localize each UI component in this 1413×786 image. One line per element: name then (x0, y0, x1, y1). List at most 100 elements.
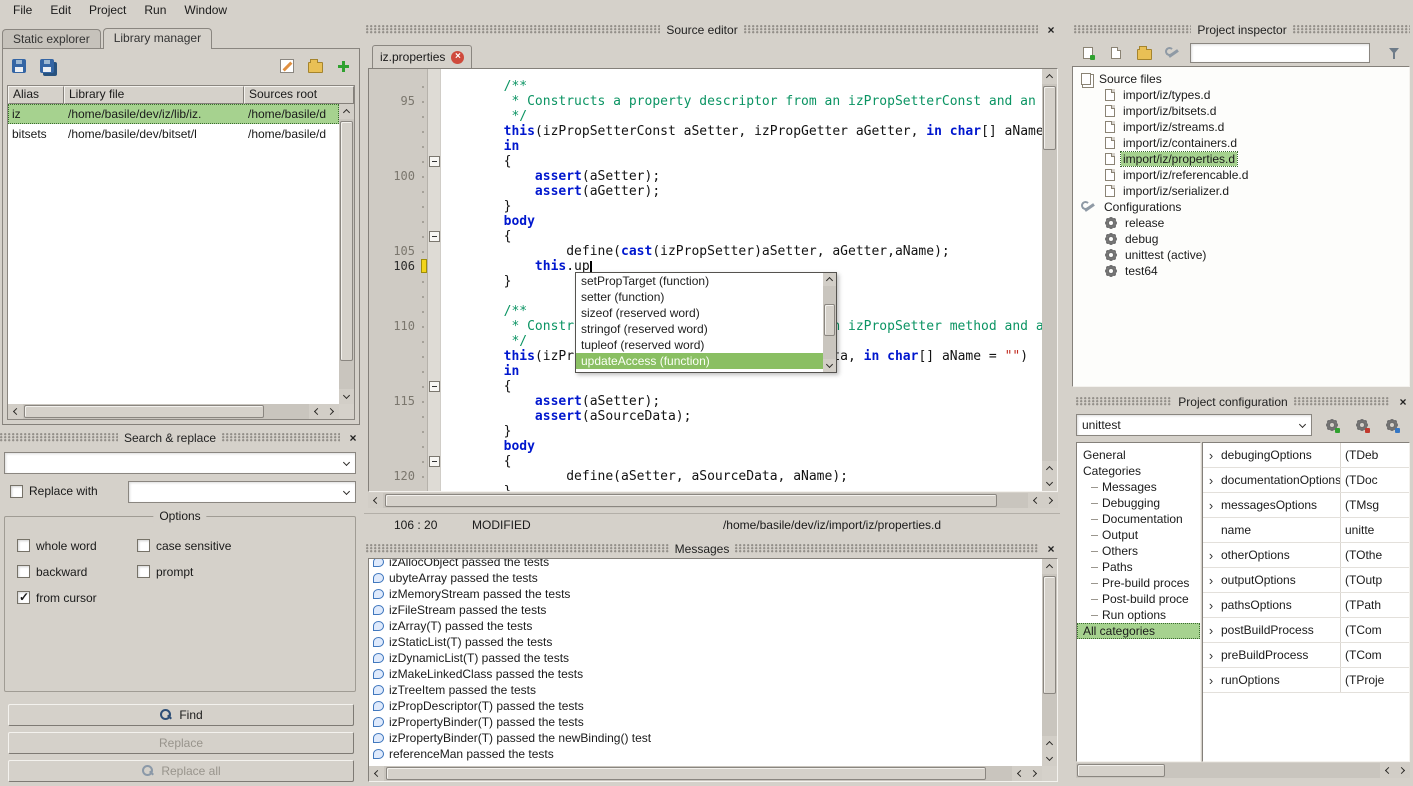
edit-library-button[interactable] (275, 54, 299, 78)
property-row[interactable]: ›debugingOptions(TDeb (1203, 443, 1409, 468)
category-others[interactable]: Others (1077, 543, 1200, 559)
project-settings-button[interactable] (1160, 41, 1184, 65)
scroll-down-button[interactable] (823, 359, 836, 372)
scroll-track[interactable] (1042, 84, 1057, 461)
scroll-left-button[interactable] (1012, 766, 1027, 781)
tree-item-release[interactable]: release (1073, 215, 1409, 231)
table-row[interactable]: bitsets/home/basile/dev/bitset/l/home/ba… (8, 124, 339, 144)
scroll-left-button[interactable] (368, 493, 383, 508)
scroll-thumb[interactable] (1043, 86, 1056, 150)
menu-edit[interactable]: Edit (41, 2, 80, 18)
filter-button[interactable] (1382, 41, 1406, 65)
tree-item-import-iz-serializer-d[interactable]: import/iz/serializer.d (1073, 183, 1409, 199)
category-documentation[interactable]: Documentation (1077, 511, 1200, 527)
column-header-library-file[interactable]: Library file (64, 86, 244, 104)
message-item[interactable]: izMakeLinkedClass passed the tests (369, 666, 1042, 682)
library-horizontal-scrollbar[interactable] (8, 404, 339, 419)
category-all-categories[interactable]: All categories (1077, 623, 1200, 639)
scroll-right-button[interactable] (324, 404, 339, 419)
expand-icon[interactable]: › (1203, 498, 1219, 513)
message-item[interactable]: izMemoryStream passed the tests (369, 586, 1042, 602)
scroll-track[interactable] (823, 286, 836, 359)
reload-library-list-button[interactable] (35, 54, 59, 78)
scroll-right-button[interactable] (1027, 766, 1042, 781)
dock-grip[interactable] (1076, 397, 1172, 406)
scroll-right-button[interactable] (1043, 493, 1058, 508)
replace-button[interactable]: Replace (8, 732, 354, 754)
message-item[interactable]: izTreeItem passed the tests (369, 682, 1042, 698)
replace-with-checkbox[interactable] (10, 485, 23, 498)
expand-icon[interactable]: › (1203, 573, 1219, 588)
category-post-build-proce[interactable]: Post-build proce (1077, 591, 1200, 607)
add-folder-button[interactable] (1132, 41, 1156, 65)
tab-close-icon[interactable]: × (451, 51, 464, 64)
scroll-left-button[interactable] (309, 404, 324, 419)
category-messages[interactable]: Messages (1077, 479, 1200, 495)
property-row[interactable]: nameunitte (1203, 518, 1409, 543)
tree-item-import-iz-streams-d[interactable]: import/iz/streams.d (1073, 119, 1409, 135)
scroll-track[interactable] (383, 493, 1028, 508)
menu-project[interactable]: Project (80, 2, 135, 18)
dropdown-button[interactable] (337, 460, 355, 467)
scroll-up-button[interactable] (339, 104, 354, 119)
tree-item-test64[interactable]: test64 (1073, 263, 1409, 279)
scroll-left-button[interactable] (8, 404, 23, 419)
scroll-down-button[interactable] (1042, 751, 1057, 766)
fold-marker-icon[interactable] (429, 456, 440, 467)
dropdown-button[interactable] (337, 489, 355, 496)
menu-file[interactable]: File (4, 2, 41, 18)
property-row[interactable]: ›preBuildProcess(TCom (1203, 643, 1409, 668)
dock-grip[interactable] (1293, 25, 1410, 34)
scroll-thumb[interactable] (24, 405, 264, 418)
message-item[interactable]: izAllocObject passed the tests (369, 559, 1042, 570)
add-library-button[interactable] (331, 54, 355, 78)
scroll-thumb[interactable] (824, 304, 835, 336)
find-button[interactable]: Find (8, 704, 354, 726)
scroll-down-button[interactable] (1042, 476, 1057, 491)
option-whole-word[interactable]: whole word (17, 537, 137, 554)
fold-marker-icon[interactable] (429, 231, 440, 242)
property-row[interactable]: ›messagesOptions(TMsg (1203, 493, 1409, 518)
tree-item-import-iz-properties-d[interactable]: import/iz/properties.d (1073, 151, 1409, 167)
scroll-up-button[interactable] (823, 273, 836, 286)
close-icon[interactable]: × (1396, 395, 1410, 409)
table-row[interactable]: iz/home/basile/dev/iz/lib/iz./home/basil… (8, 104, 339, 124)
message-item[interactable]: ubyteArray passed the tests (369, 570, 1042, 586)
tree-item-unittest-active[interactable]: unittest (active) (1073, 247, 1409, 263)
completion-item[interactable]: setter (function) (576, 289, 823, 305)
property-row[interactable]: ›otherOptions(TOthe (1203, 543, 1409, 568)
option-from-cursor[interactable]: from cursor (17, 589, 137, 606)
save-library-list-button[interactable] (7, 54, 31, 78)
configuration-horizontal-scrollbar[interactable] (1076, 763, 1410, 778)
editor-vertical-scrollbar[interactable] (1042, 69, 1057, 491)
inspector-filter-input[interactable] (1190, 43, 1370, 63)
scroll-left-button[interactable] (1028, 493, 1043, 508)
close-icon[interactable]: × (1044, 23, 1058, 37)
message-item[interactable]: referenceMan passed the tests (369, 746, 1042, 762)
tree-item-import-iz-bitsets-d[interactable]: import/iz/bitsets.d (1073, 103, 1409, 119)
remove-config-button[interactable] (1350, 413, 1374, 437)
message-item[interactable]: izStaticList(T) passed the tests (369, 634, 1042, 650)
fold-marker-icon[interactable] (429, 381, 440, 392)
scroll-track[interactable] (23, 404, 309, 419)
dock-grip[interactable] (1074, 25, 1191, 34)
scroll-left-button[interactable] (1380, 763, 1395, 778)
completion-item[interactable]: updateAccess (function) (576, 353, 823, 369)
messages-vertical-scrollbar[interactable] (1042, 559, 1057, 766)
scroll-up-button[interactable] (1042, 461, 1057, 476)
property-row[interactable]: ›pathsOptions(TPath (1203, 593, 1409, 618)
option-case-sensitive[interactable]: case sensitive (137, 537, 347, 554)
add-source-button[interactable] (1076, 41, 1100, 65)
activate-config-button[interactable] (1380, 413, 1404, 437)
column-header-sources-root[interactable]: Sources root (244, 86, 354, 104)
message-item[interactable]: izPropertyBinder(T) passed the newBindin… (369, 730, 1042, 746)
dropdown-button[interactable] (1293, 422, 1311, 429)
scroll-track[interactable] (1042, 574, 1057, 736)
dock-grip[interactable] (735, 544, 1038, 553)
tab-library-manager[interactable]: Library manager (103, 28, 212, 49)
property-row[interactable]: ›outputOptions(TOutp (1203, 568, 1409, 593)
scroll-thumb[interactable] (1077, 764, 1165, 777)
property-row[interactable]: ›postBuildProcess(TCom (1203, 618, 1409, 643)
tree-item-debug[interactable]: debug (1073, 231, 1409, 247)
search-input[interactable] (4, 452, 356, 474)
